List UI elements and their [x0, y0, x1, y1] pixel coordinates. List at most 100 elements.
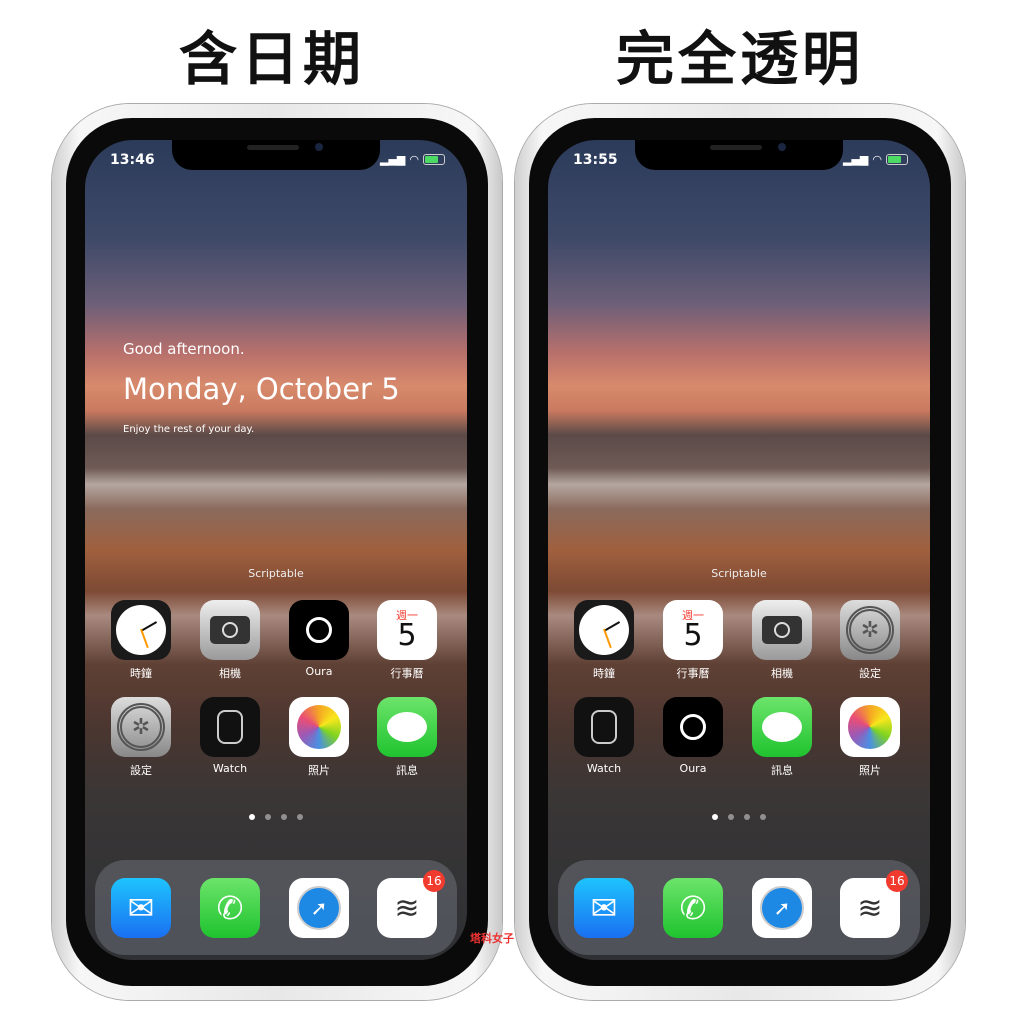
- page-dot[interactable]: [265, 814, 271, 820]
- app-settings[interactable]: ✲ 設定: [830, 600, 910, 681]
- app-oura[interactable]: Oura: [279, 600, 359, 678]
- app-label: 設定: [130, 764, 152, 777]
- app-label: 行事曆: [676, 667, 710, 680]
- settings-icon: ✲: [111, 697, 171, 757]
- page-indicator[interactable]: [548, 814, 930, 820]
- safari-icon: ➚: [289, 878, 349, 938]
- scriptable-widget-label[interactable]: Scriptable: [85, 567, 467, 580]
- page-dot[interactable]: [712, 814, 718, 820]
- calendar-icon: 週一 5: [663, 600, 723, 660]
- notification-badge: 16: [423, 870, 445, 892]
- app-clock[interactable]: 時鐘: [564, 600, 644, 681]
- app-watch[interactable]: Watch: [190, 697, 270, 775]
- app-camera[interactable]: 相機: [742, 600, 822, 681]
- page-dot[interactable]: [297, 814, 303, 820]
- battery-charging-icon: [886, 154, 908, 165]
- app-label: Oura: [305, 665, 333, 678]
- app-messages[interactable]: 訊息: [367, 697, 447, 778]
- dock-app-mail[interactable]: ✉: [564, 878, 644, 938]
- scriptable-widget-label[interactable]: Scriptable: [548, 567, 930, 580]
- speaker: [710, 145, 762, 150]
- app-label: Oura: [679, 762, 707, 775]
- oura-icon: [663, 697, 723, 757]
- calendar-day: 5: [683, 617, 703, 653]
- title-transparent: 完全透明: [615, 25, 864, 93]
- notification-badge: 16: [886, 870, 908, 892]
- phone-mockup: 13:55 ▂▄▆ ◠ Scriptable 時鐘 週一 5 行事曆 相機 ✲ 設定 Watch Ou…: [515, 104, 965, 1000]
- dock-app-safari[interactable]: ➚: [742, 878, 822, 938]
- app-label: 相機: [219, 667, 241, 680]
- watch-icon: [200, 697, 260, 757]
- app-label: 設定: [859, 667, 881, 680]
- watermark: 塔科女子: [470, 932, 514, 945]
- dock-app-phone[interactable]: ✆: [653, 878, 733, 938]
- app-clock[interactable]: 時鐘: [101, 600, 181, 681]
- wifi-icon: ◠: [872, 153, 882, 166]
- status-time: 13:46: [110, 152, 155, 168]
- app-settings[interactable]: ✲ 設定: [101, 697, 181, 778]
- calendar-day: 5: [397, 617, 417, 653]
- camera-icon: [752, 600, 812, 660]
- app-label: 相機: [771, 667, 793, 680]
- app-label: 行事曆: [390, 667, 424, 680]
- status-icons: ▂▄▆ ◠: [843, 153, 908, 166]
- page-dot[interactable]: [281, 814, 287, 820]
- calendar-icon: 週一 5: [377, 600, 437, 660]
- app-watch[interactable]: Watch: [564, 697, 644, 775]
- camera-icon: [200, 600, 260, 660]
- watch-icon: [574, 697, 634, 757]
- todoist-icon: ≋ 16: [840, 870, 908, 938]
- home-screen: 13:46 ▂▄▆ ◠ Good afternoon. Monday, Octobe…: [85, 140, 467, 960]
- app-camera[interactable]: 相機: [190, 600, 270, 681]
- wifi-icon: ◠: [409, 153, 419, 166]
- phone-bezel: 13:46 ▂▄▆ ◠ Good afternoon. Monday, Octobe…: [66, 118, 488, 986]
- app-calendar[interactable]: 週一 5 行事曆: [653, 600, 733, 681]
- app-oura[interactable]: Oura: [653, 697, 733, 775]
- widget-greeting: Good afternoon.: [123, 340, 245, 358]
- mail-icon: ✉: [574, 878, 634, 938]
- app-label: Watch: [586, 762, 622, 775]
- battery-charging-icon: [423, 154, 445, 165]
- app-label: 訊息: [396, 764, 418, 777]
- safari-icon: ➚: [752, 878, 812, 938]
- app-label: Watch: [212, 762, 248, 775]
- dock-app-mail[interactable]: ✉: [101, 878, 181, 938]
- signal-icon: ▂▄▆: [843, 153, 869, 166]
- notch: [635, 140, 843, 170]
- app-calendar[interactable]: 週一 5 行事曆: [367, 600, 447, 681]
- clock-icon: [111, 600, 171, 660]
- dock-app-todoist[interactable]: ≋ 16: [367, 870, 447, 938]
- page-dot[interactable]: [728, 814, 734, 820]
- page-dot[interactable]: [249, 814, 255, 820]
- app-label: 時鐘: [593, 667, 615, 680]
- widget-date: Monday, October 5: [123, 372, 400, 406]
- dock-app-phone[interactable]: ✆: [190, 878, 270, 938]
- speaker: [247, 145, 299, 150]
- photos-icon: [840, 697, 900, 757]
- dock: ✉ ✆ ➚ ≋ 16: [95, 860, 457, 955]
- app-label: 時鐘: [130, 667, 152, 680]
- clock-icon: [574, 600, 634, 660]
- phone-icon: ✆: [200, 878, 260, 938]
- settings-icon: ✲: [840, 600, 900, 660]
- photos-icon: [289, 697, 349, 757]
- dock-app-todoist[interactable]: ≋ 16: [830, 870, 910, 938]
- page-indicator[interactable]: [85, 814, 467, 820]
- status-icons: ▂▄▆ ◠: [380, 153, 445, 166]
- phone-icon: ✆: [663, 878, 723, 938]
- page-dot[interactable]: [760, 814, 766, 820]
- page-dot[interactable]: [744, 814, 750, 820]
- app-messages[interactable]: 訊息: [742, 697, 822, 778]
- widget-message: Enjoy the rest of your day.: [123, 424, 255, 435]
- dock: ✉ ✆ ➚ ≋ 16: [558, 860, 920, 955]
- app-photos[interactable]: 照片: [279, 697, 359, 778]
- dock-app-safari[interactable]: ➚: [279, 878, 359, 938]
- front-camera: [315, 143, 323, 151]
- app-label: 照片: [308, 764, 330, 777]
- phone-mockup: 13:46 ▂▄▆ ◠ Good afternoon. Monday, Octobe…: [52, 104, 502, 1000]
- front-camera: [778, 143, 786, 151]
- mail-icon: ✉: [111, 878, 171, 938]
- app-photos[interactable]: 照片: [830, 697, 910, 778]
- signal-icon: ▂▄▆: [380, 153, 406, 166]
- messages-icon: [377, 697, 437, 757]
